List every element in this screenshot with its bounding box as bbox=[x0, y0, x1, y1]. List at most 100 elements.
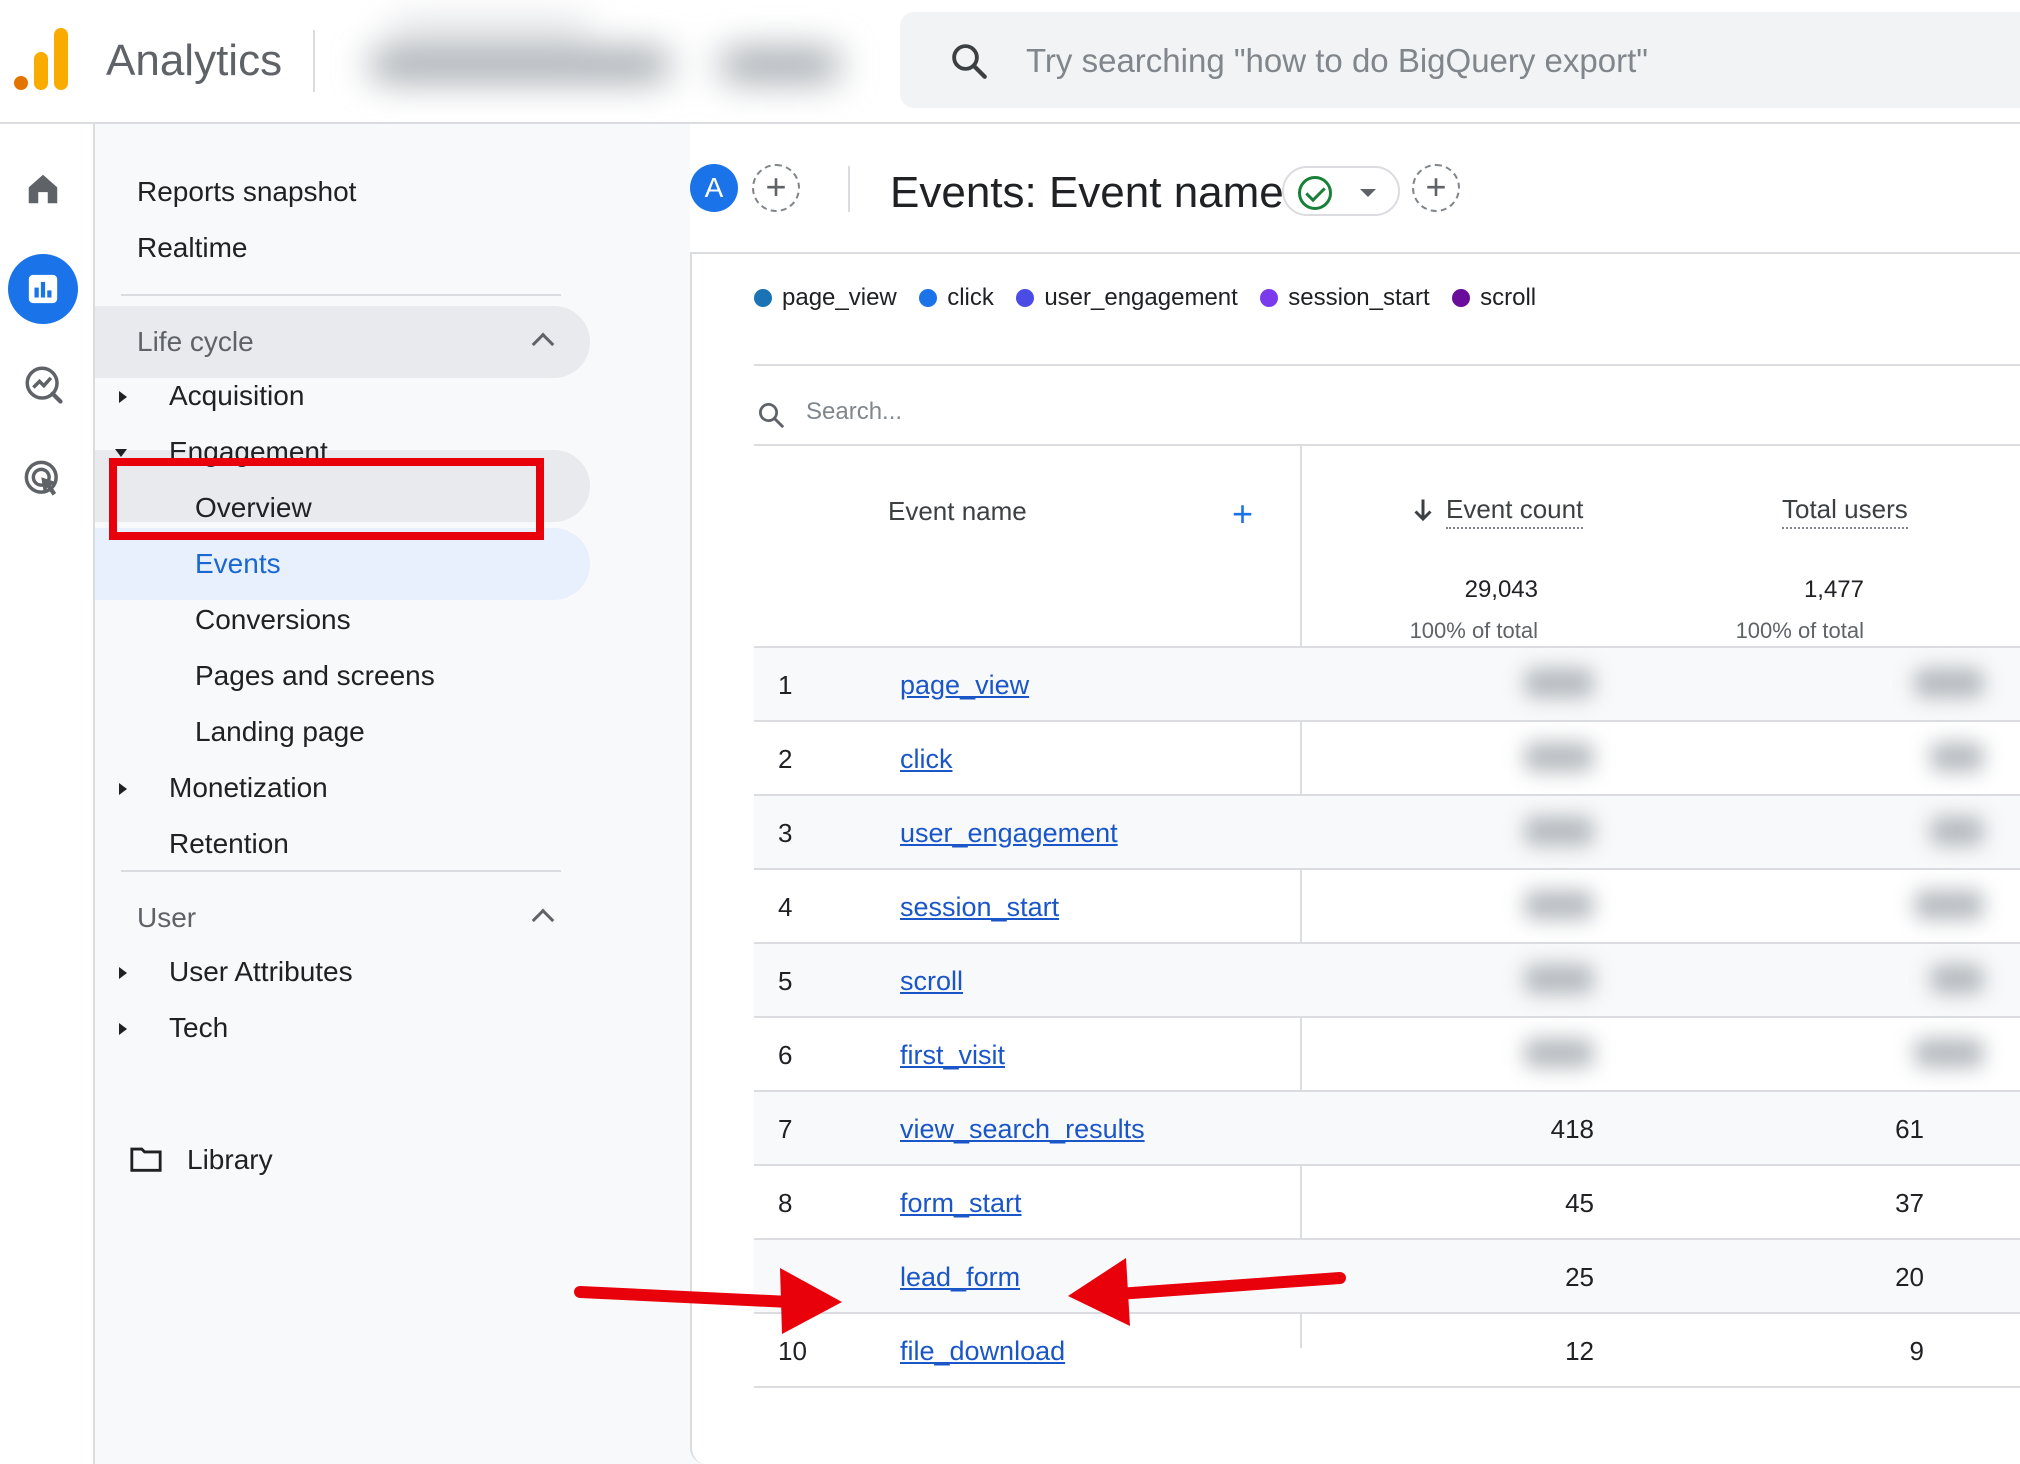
event-link[interactable]: scroll bbox=[900, 966, 963, 997]
divider bbox=[848, 166, 850, 212]
table-row[interactable]: 3 user_engagement bbox=[754, 794, 2020, 868]
nav-monetization[interactable]: Monetization bbox=[95, 752, 590, 824]
chevron-up-icon bbox=[531, 908, 555, 932]
rail-explore[interactable] bbox=[8, 349, 78, 419]
event-count-cell: 418 bbox=[1550, 1114, 1594, 1144]
table-row[interactable]: 1 page_view bbox=[754, 646, 2020, 720]
blurred-value bbox=[1524, 964, 1594, 994]
check-circle-icon bbox=[1298, 176, 1332, 210]
total-users-cell: 9 bbox=[1909, 1336, 1924, 1366]
event-link[interactable]: first_visit bbox=[900, 1040, 1005, 1071]
nav-library[interactable]: Library bbox=[95, 1124, 590, 1196]
divider bbox=[754, 1386, 2020, 1388]
blurred-value bbox=[1524, 742, 1594, 772]
event-link[interactable]: session_start bbox=[900, 892, 1059, 923]
table-row[interactable]: 7 view_search_results 418 61 bbox=[754, 1090, 2020, 1164]
divider bbox=[754, 364, 2020, 366]
folder-icon bbox=[130, 1147, 162, 1172]
analytics-logo-icon[interactable] bbox=[14, 28, 70, 90]
add-dimension-button[interactable]: + bbox=[1232, 496, 1253, 532]
reports-sidebar: Reports snapshot Realtime Life cycle Acq… bbox=[95, 124, 690, 1464]
explore-icon bbox=[25, 366, 63, 404]
event-link[interactable]: click bbox=[900, 744, 953, 775]
left-rail bbox=[0, 124, 95, 1464]
section-label: User bbox=[137, 902, 197, 933]
app-title: Analytics bbox=[106, 36, 283, 85]
table-row[interactable]: 10 file_download 12 9 bbox=[754, 1312, 2020, 1386]
nav-label: Conversions bbox=[195, 604, 351, 635]
search-placeholder: Try searching "how to do BigQuery export… bbox=[1026, 42, 1648, 79]
report-status-chip[interactable] bbox=[1282, 166, 1400, 216]
legend-dot bbox=[1016, 289, 1035, 307]
legend-item[interactable]: user_engagement bbox=[1016, 284, 1238, 312]
table-row[interactable]: 8 form_start 45 37 bbox=[754, 1164, 2020, 1238]
row-index: 8 bbox=[778, 1188, 793, 1218]
legend-dot bbox=[1260, 289, 1279, 307]
col-header-total-users[interactable]: Total users bbox=[1782, 494, 1908, 529]
col-header-event-name[interactable]: Event name bbox=[888, 496, 1027, 527]
divider bbox=[121, 294, 561, 296]
blurred-value bbox=[1914, 668, 1984, 698]
rail-home[interactable] bbox=[8, 154, 78, 224]
table-row[interactable]: lead_form 25 20 bbox=[754, 1238, 2020, 1312]
total-users-cell: 20 bbox=[1895, 1262, 1924, 1292]
col-header-event-count[interactable]: Event count bbox=[1446, 494, 1584, 529]
advertising-icon bbox=[24, 460, 58, 496]
rail-advertising[interactable] bbox=[8, 444, 78, 514]
main-content: A + Events: Event name + page_view click… bbox=[690, 124, 2020, 1464]
blurred-value bbox=[1524, 668, 1594, 698]
account-selector[interactable] bbox=[350, 12, 870, 112]
nav-tech[interactable]: Tech bbox=[95, 992, 590, 1064]
add-filter-button[interactable]: + bbox=[1412, 164, 1460, 212]
nav-label: Pages and screens bbox=[195, 660, 435, 691]
event-link[interactable]: form_start bbox=[900, 1188, 1022, 1219]
blurred-value bbox=[1930, 816, 1984, 846]
total-event-count: 29,043 bbox=[1464, 576, 1538, 603]
event-link[interactable]: view_search_results bbox=[900, 1114, 1145, 1145]
sort-down-icon[interactable] bbox=[1414, 498, 1432, 522]
table-row[interactable]: 6 first_visit bbox=[754, 1016, 2020, 1090]
total-event-count-pct: 100% of total bbox=[1409, 618, 1538, 643]
nav-label: Library bbox=[187, 1144, 273, 1175]
global-search[interactable]: Try searching "how to do BigQuery export… bbox=[900, 12, 2020, 108]
legend-dot bbox=[754, 289, 772, 307]
home-icon bbox=[28, 174, 58, 204]
add-comparison-button[interactable]: + bbox=[752, 164, 800, 212]
reports-icon bbox=[28, 274, 58, 304]
event-link[interactable]: file_download bbox=[900, 1336, 1065, 1367]
dropdown-arrow-icon bbox=[1360, 189, 1376, 197]
row-index: 3 bbox=[778, 818, 793, 848]
event-link[interactable]: lead_form bbox=[900, 1262, 1020, 1293]
caret-right-icon bbox=[119, 391, 127, 403]
nav-label: User Attributes bbox=[169, 956, 353, 987]
row-index: 4 bbox=[778, 892, 793, 922]
row-index: 5 bbox=[778, 966, 793, 996]
legend-item[interactable]: click bbox=[919, 284, 994, 312]
event-count-cell: 25 bbox=[1565, 1262, 1594, 1292]
legend-dot bbox=[1452, 289, 1471, 307]
total-users-cell: 37 bbox=[1895, 1188, 1924, 1218]
blurred-value bbox=[1930, 964, 1984, 994]
table-row[interactable]: 4 session_start bbox=[754, 868, 2020, 942]
nav-label: Retention bbox=[169, 828, 289, 859]
comparison-avatar[interactable]: A bbox=[690, 164, 738, 212]
table-row[interactable]: 2 click bbox=[754, 720, 2020, 794]
highlight-box bbox=[109, 458, 544, 540]
table-search-input[interactable]: Search... bbox=[806, 398, 902, 426]
nav-label: Realtime bbox=[137, 232, 248, 263]
caret-right-icon bbox=[119, 967, 127, 979]
table-row[interactable]: 5 scroll bbox=[754, 942, 2020, 1016]
blurred-value bbox=[1914, 890, 1984, 920]
event-link[interactable]: user_engagement bbox=[900, 818, 1118, 849]
legend-item[interactable]: page_view bbox=[754, 284, 897, 312]
blurred-value bbox=[1524, 816, 1594, 846]
report-card: page_view click user_engagement session_… bbox=[690, 252, 2020, 1464]
event-link[interactable]: page_view bbox=[900, 670, 1029, 701]
chart-legend: page_view click user_engagement session_… bbox=[754, 284, 1554, 324]
nav-label: Acquisition bbox=[169, 380, 305, 411]
rail-reports[interactable] bbox=[8, 254, 78, 324]
legend-item[interactable]: scroll bbox=[1452, 284, 1536, 312]
section-label: Life cycle bbox=[137, 326, 254, 357]
nav-label: Tech bbox=[169, 1012, 229, 1043]
legend-item[interactable]: session_start bbox=[1260, 284, 1430, 312]
